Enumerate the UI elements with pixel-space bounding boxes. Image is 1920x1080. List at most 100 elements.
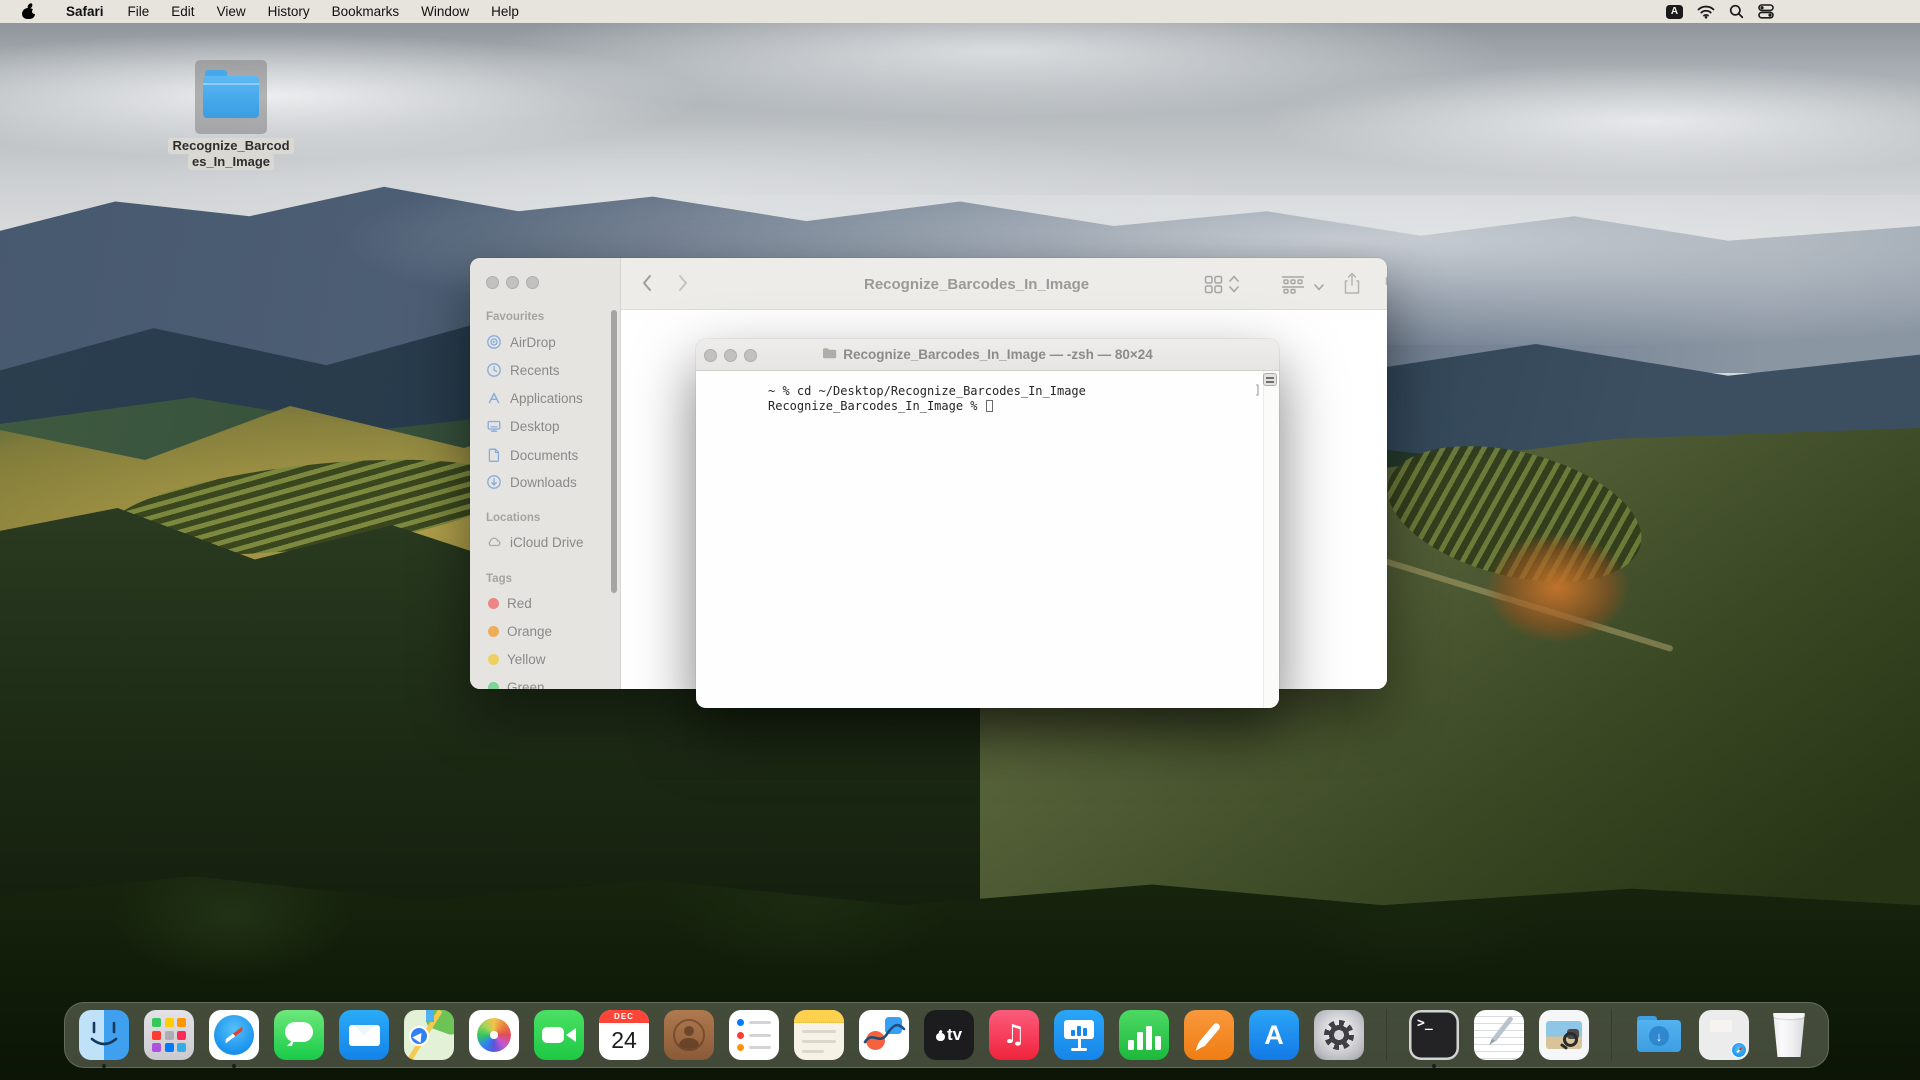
applications-icon [486,390,502,406]
menu-bar: Safari File Edit View History Bookmarks … [0,0,1920,23]
safari-badge-icon [1731,1042,1747,1058]
cloud-icon [486,534,502,550]
dock-preview-icon[interactable] [1539,1010,1589,1060]
terminal-window: Recognize_Barcodes_In_Image — -zsh — 80×… [696,339,1279,708]
folder-selection-highlight [195,60,267,134]
download-circle-icon [486,474,502,490]
minimize-button[interactable] [724,349,737,362]
sidebar-item-desktop[interactable]: Desktop [480,414,611,438]
dock-downloads-folder-icon[interactable]: ↓ [1634,1010,1684,1060]
dock-minimized-window-icon[interactable] [1699,1010,1749,1060]
control-center-icon[interactable] [1758,0,1775,23]
sidebar-item-airdrop[interactable]: AirDrop [480,330,611,354]
apple-menu[interactable] [0,0,53,23]
sidebar-tags-header: Tags [486,573,512,585]
terminal-output[interactable]: ~ % cd ~/Desktop/Recognize_Barcodes_In_I… [696,371,1263,708]
zoom-button[interactable] [526,276,539,289]
orange-tag-dot [488,626,499,637]
share-icon[interactable] [1343,272,1361,300]
finder-window-title: Recognize_Barcodes_In_Image [864,258,1089,310]
desktop: Safari File Edit View History Bookmarks … [0,0,1920,1080]
dock-separator [1611,1009,1612,1061]
document-icon [486,447,502,463]
dock-finder-icon[interactable] [79,1010,129,1060]
terminal-prompt-mark: ] [1254,383,1261,397]
dock-notes-icon[interactable] [794,1010,844,1060]
close-button[interactable] [704,349,717,362]
dock-appstore-icon[interactable]: A [1249,1010,1299,1060]
apple-logo-icon [936,1030,945,1041]
clock-icon [486,362,502,378]
sidebar-tag-red[interactable]: Red [480,591,611,615]
forward-button[interactable] [678,274,689,298]
sidebar-favourites-header: Favourites [486,311,544,323]
menu-help[interactable]: Help [480,0,530,23]
dock-keynote-icon[interactable] [1054,1010,1104,1060]
dock-messages-icon[interactable] [274,1010,324,1060]
dock-photos-icon[interactable] [469,1010,519,1060]
sidebar-item-documents[interactable]: Documents [480,443,611,467]
sidebar-scrollbar[interactable] [611,310,617,593]
red-tag-dot [488,598,499,609]
dock-pages-icon[interactable] [1184,1010,1234,1060]
wifi-icon[interactable] [1697,0,1715,23]
dock-mail-icon[interactable] [339,1010,389,1060]
sidebar-item-recents[interactable]: Recents [480,358,611,382]
input-source-icon[interactable]: A [1666,0,1683,23]
menu-file[interactable]: File [117,0,161,23]
dock-trash-icon[interactable] [1764,1010,1814,1060]
sidebar-tag-orange[interactable]: Orange [480,619,611,643]
dock-numbers-icon[interactable] [1119,1010,1169,1060]
dock-reminders-icon[interactable] [729,1010,779,1060]
dock-launchpad-icon[interactable] [144,1010,194,1060]
folder-icon [203,76,259,118]
terminal-cursor [986,400,993,412]
menu-app-safari[interactable]: Safari [53,0,117,23]
minimize-button[interactable] [506,276,519,289]
dock-facetime-icon[interactable] [534,1010,584,1060]
dock-maps-icon[interactable] [404,1010,454,1060]
spotlight-search-icon[interactable] [1729,0,1744,23]
tag-icon[interactable] [1384,275,1387,301]
folder-label: Recognize_Barcod es_In_Image [168,138,293,170]
back-button[interactable] [641,274,652,298]
view-updown-chevrons-icon[interactable] [1228,274,1240,299]
dock-appletv-icon[interactable]: tv [924,1010,974,1060]
dock-system-settings-icon[interactable] [1314,1010,1364,1060]
dock-safari-icon[interactable] [209,1010,259,1060]
dock-music-icon[interactable]: ♫ [989,1010,1039,1060]
proxy-folder-icon [822,347,837,362]
terminal-scrollbar-track[interactable] [1263,371,1279,708]
menu-view[interactable]: View [206,0,257,23]
sidebar-item-icloud-drive[interactable]: iCloud Drive [480,530,611,554]
menu-window[interactable]: Window [410,0,480,23]
group-by-icon[interactable] [1281,275,1305,299]
dock-separator [1386,1009,1387,1061]
dock-textedit-icon[interactable] [1474,1010,1524,1060]
terminal-window-title: Recognize_Barcodes_In_Image — -zsh — 80×… [822,347,1153,362]
dock-freeform-icon[interactable] [859,1010,909,1060]
sidebar-tag-green[interactable]: Green [480,675,611,689]
airdrop-icon [486,334,502,350]
menu-bookmarks[interactable]: Bookmarks [321,0,411,23]
green-tag-dot [488,682,499,690]
close-button[interactable] [486,276,499,289]
dock-terminal-icon[interactable]: >_ [1409,1010,1459,1060]
menu-edit[interactable]: Edit [160,0,205,23]
dock-calendar-icon[interactable]: DEC 24 [599,1010,649,1060]
terminal-titlebar: Recognize_Barcodes_In_Image — -zsh — 80×… [696,339,1279,371]
group-by-chevron-icon[interactable] [1313,279,1325,297]
apple-logo-icon [22,4,35,19]
menu-history[interactable]: History [257,0,321,23]
sidebar-item-downloads[interactable]: Downloads [480,470,611,494]
view-grid-icon[interactable] [1204,275,1223,299]
desktop-folder-recognize-barcodes[interactable]: Recognize_Barcod es_In_Image [176,60,286,170]
sidebar-item-applications[interactable]: Applications [480,386,611,410]
sidebar-locations-header: Locations [486,512,540,524]
dock-contacts-icon[interactable] [664,1010,714,1060]
zoom-button[interactable] [744,349,757,362]
terminal-marks-button[interactable] [1263,373,1277,386]
calendar-month: DEC [599,1010,649,1023]
sidebar-tag-yellow[interactable]: Yellow [480,647,611,671]
finder-sidebar: Favourites AirDrop Recents Applications … [470,258,621,689]
